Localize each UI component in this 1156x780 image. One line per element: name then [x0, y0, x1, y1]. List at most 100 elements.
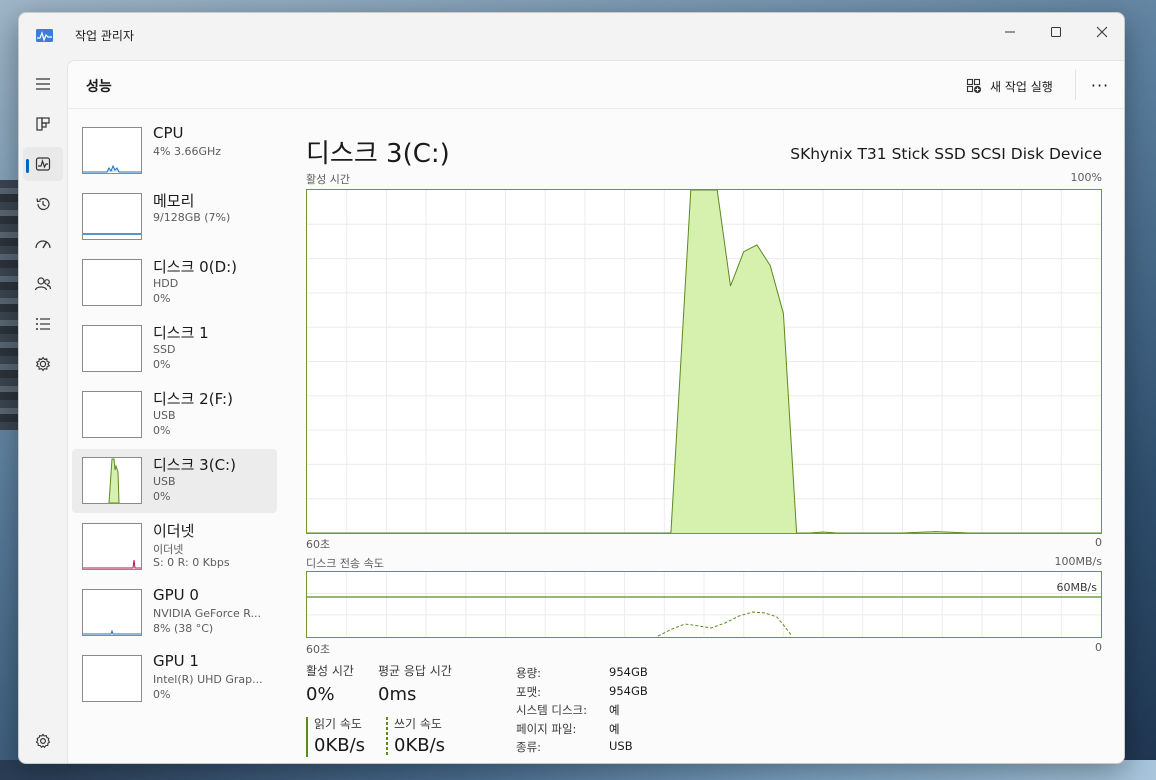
device-name: 디스크 3(C:) [153, 456, 236, 474]
device-item[interactable]: 디스크 0(D:) HDD 0% [72, 251, 277, 315]
nav-processes[interactable] [23, 107, 63, 141]
device-item[interactable]: 이더넷 이더넷 S: 0 R: 0 Kbps [72, 515, 277, 579]
title-bar: 작업 관리자 [19, 13, 1124, 57]
nav-performance[interactable] [23, 147, 63, 181]
transfer-rate-line-label: 60MB/s [1056, 581, 1097, 594]
header-divider [1075, 70, 1076, 100]
transfer-rate-x-right: 0 [1095, 641, 1102, 654]
device-name: GPU 0 [153, 586, 199, 604]
nav-users[interactable] [23, 267, 63, 301]
device-thumbnail-line [83, 559, 141, 569]
device-name: CPU [153, 124, 184, 142]
property-key: 시스템 디스크: [516, 703, 588, 717]
property-key: 종류: [516, 740, 542, 754]
processes-icon [36, 117, 50, 131]
device-thumbnail-graph [82, 325, 142, 372]
device-usage: 8% (38 °C) [153, 622, 214, 635]
device-detail: NVIDIA GeForce R... [153, 607, 262, 620]
device-thumbnail-graph [82, 457, 142, 504]
write-rate-line [657, 611, 793, 637]
write-speed-value: 0KB/s [394, 735, 446, 756]
performance-page: 성능 새 작업 실행 ··· CPU 4% 3.66GHz 메모리 9/128GB (… [67, 60, 1124, 763]
device-name: 디스크 1 [153, 324, 209, 342]
window-title: 작업 관리자 [75, 29, 135, 43]
active-time-graph-label: 활성 시간 [306, 173, 350, 186]
write-speed-label: 쓰기 속도 [394, 717, 442, 731]
hamburger-menu-button[interactable] [23, 67, 63, 101]
transfer-rate-chart [307, 572, 1101, 637]
device-thumbnail-chart [83, 559, 141, 569]
device-item[interactable]: 디스크 2(F:) USB 0% [72, 383, 277, 447]
device-usage: 0% [153, 490, 171, 503]
more-options-button[interactable]: ··· [1088, 71, 1112, 99]
nav-app-history[interactable] [23, 187, 63, 221]
property-value: 954GB [609, 665, 648, 679]
transfer-rate-max-label: 100MB/s [1054, 555, 1102, 568]
device-name: 이더넷 [153, 522, 195, 540]
active-time-x-left: 60초 [306, 538, 331, 551]
device-thumbnail-chart [108, 458, 120, 503]
device-thumbnail-line [83, 164, 141, 173]
device-usage: S: 0 R: 0 Kbps [153, 556, 230, 569]
property-value: 예 [609, 721, 620, 736]
task-manager-app-icon [36, 29, 53, 42]
read-speed-label: 읽기 속도 [314, 717, 362, 731]
nav-details[interactable] [23, 307, 63, 341]
device-thumbnail-graph [82, 259, 142, 306]
device-detail: USB [153, 475, 176, 488]
maximize-button[interactable] [1033, 17, 1079, 47]
settings-icon [35, 733, 51, 749]
device-item[interactable]: 디스크 3(C:) USB 0% [72, 449, 277, 513]
read-rate-indicator [306, 717, 308, 757]
nav-services[interactable] [23, 347, 63, 381]
minimize-button[interactable] [987, 17, 1033, 47]
device-thumbnail-chart [83, 392, 141, 437]
device-item[interactable]: GPU 0 NVIDIA GeForce R... 8% (38 °C) [72, 581, 277, 645]
device-thumbnail-chart [83, 629, 141, 635]
disk-detail-panel: 디스크 3(C:) SKhynix T31 Stick SSD SCSI Dis… [306, 119, 1102, 759]
device-thumbnail-line [83, 629, 141, 635]
device-item[interactable]: GPU 1 Intel(R) UHD Grap... 0% [72, 647, 277, 711]
property-key: 용량: [516, 666, 542, 680]
close-button[interactable] [1079, 17, 1124, 47]
device-name: GPU 1 [153, 652, 199, 670]
device-item[interactable]: 디스크 1 SSD 0% [72, 317, 277, 381]
avg-response-stat-label: 평균 응답 시간 [378, 664, 452, 678]
device-detail: 4% 3.66GHz [153, 145, 222, 158]
device-thumbnail-graph [82, 193, 142, 240]
maximize-icon [1051, 27, 1061, 37]
property-value: USB [609, 739, 633, 753]
device-thumbnail-graph [82, 391, 142, 438]
close-icon [1096, 26, 1108, 38]
performance-icon [35, 157, 51, 171]
device-thumbnail-graph [82, 655, 142, 702]
menu-icon [36, 78, 50, 90]
run-new-task-button[interactable]: 새 작업 실행 [966, 75, 1053, 97]
services-icon [35, 356, 51, 372]
page-title: 성능 [86, 79, 112, 95]
device-thumbnail-graph [82, 523, 142, 570]
startup-apps-icon [35, 240, 51, 249]
nav-settings[interactable] [23, 724, 63, 758]
device-item[interactable]: CPU 4% 3.66GHz [72, 119, 277, 183]
write-rate-indicator [386, 717, 388, 757]
property-value: 예 [609, 703, 620, 717]
more-options-icon: ··· [1090, 75, 1110, 95]
device-usage: 0% [153, 292, 171, 305]
active-time-stat-label: 활성 시간 [306, 664, 354, 678]
active-time-max-label: 100% [1070, 171, 1102, 184]
device-thumbnail-chart [83, 326, 141, 371]
active-time-stat-value: 0% [306, 684, 335, 705]
property-key: 페이지 파일: [516, 721, 577, 736]
device-thumbnail-chart [83, 260, 141, 305]
device-usage: 0% [153, 688, 171, 701]
avg-response-stat-value: 0ms [378, 684, 417, 705]
transfer-rate-graph-label: 디스크 전송 속도 [306, 557, 384, 570]
device-item[interactable]: 메모리 9/128GB (7%) [72, 185, 277, 249]
device-thumbnail-chart [83, 233, 141, 235]
navigation-rail [19, 57, 67, 763]
device-thumbnail-graph [82, 589, 142, 636]
device-detail: USB [153, 409, 176, 422]
page-header: 성능 새 작업 실행 ··· [68, 61, 1124, 109]
nav-startup-apps[interactable] [23, 227, 63, 261]
